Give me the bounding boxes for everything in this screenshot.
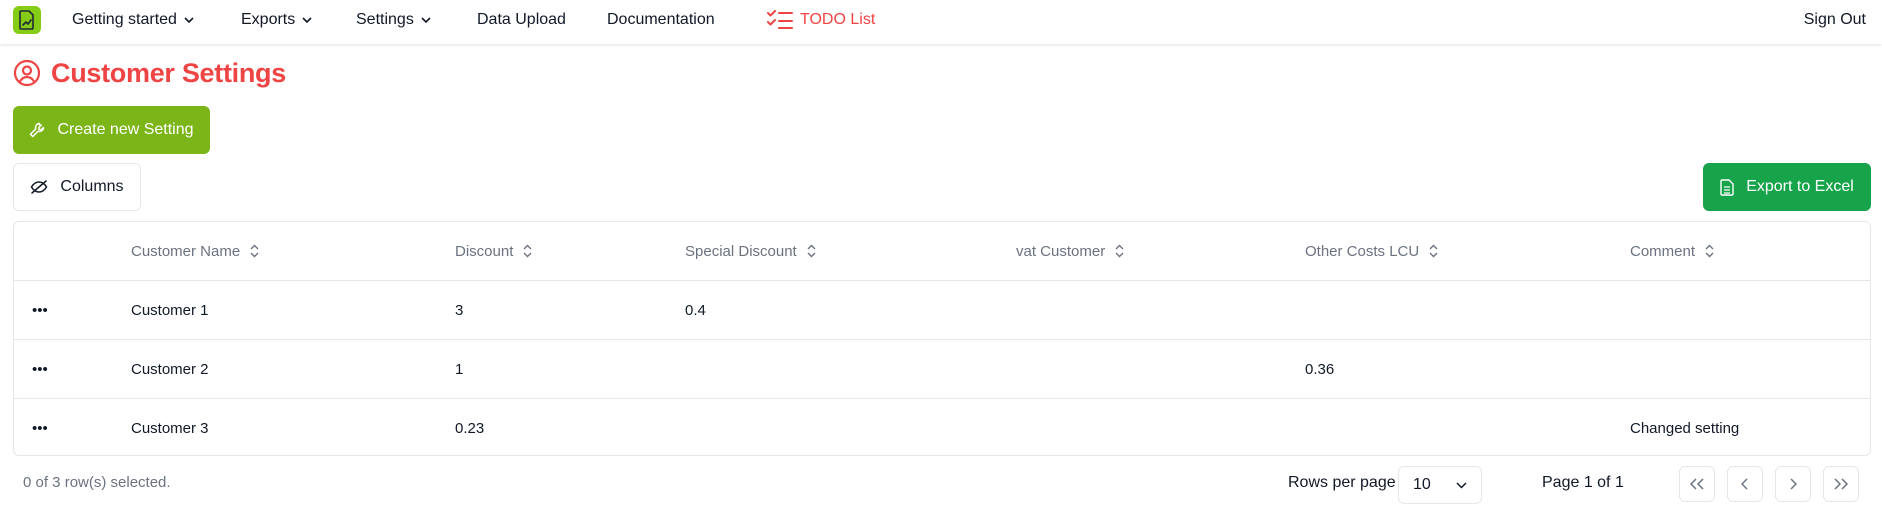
sort-icon — [1705, 244, 1714, 258]
sort-icon — [807, 244, 816, 258]
last-page-button[interactable] — [1823, 466, 1859, 502]
cell-discount: 3 — [455, 301, 464, 319]
create-setting-button[interactable]: Create new Setting — [13, 106, 210, 154]
columns-button[interactable]: Columns — [13, 163, 141, 211]
row-actions-button[interactable]: ••• — [32, 281, 48, 339]
chevron-down-icon — [1456, 481, 1467, 489]
sort-icon — [1429, 244, 1438, 258]
chevron-right-icon — [1790, 478, 1797, 490]
rows-per-page-value: 10 — [1413, 476, 1431, 493]
page-title-text: Customer Settings — [51, 57, 286, 88]
create-setting-label: Create new Setting — [57, 121, 194, 138]
columns-label: Columns — [60, 178, 124, 195]
cell-comment: Changed setting — [1630, 419, 1740, 437]
table-header-row: Customer Name Discount Special Discount … — [14, 222, 1870, 281]
selected-rows-text: 0 of 3 row(s) selected. — [23, 474, 171, 491]
file-spreadsheet-icon — [1720, 178, 1734, 196]
row-actions-button[interactable]: ••• — [32, 340, 48, 398]
table-row: ••• Customer 2 1 0.36 — [14, 340, 1870, 399]
nav-settings-label: Settings — [356, 11, 414, 28]
table-row: ••• Customer 3 0.23 Changed setting — [14, 399, 1870, 455]
sort-icon — [250, 244, 259, 258]
sort-icon — [1115, 244, 1124, 258]
export-excel-button[interactable]: Export to Excel — [1703, 163, 1871, 211]
cell-other-costs-lcu: 0.36 — [1305, 360, 1335, 378]
top-navbar: Getting started Exports Settings Data Up… — [0, 0, 1882, 44]
header-label: Comment — [1630, 242, 1696, 260]
table-row: ••• Customer 1 3 0.4 — [14, 281, 1870, 340]
previous-page-button[interactable] — [1727, 466, 1763, 502]
header-label: Customer Name — [131, 242, 241, 260]
chevron-down-icon — [302, 17, 312, 23]
first-page-button[interactable] — [1679, 466, 1715, 502]
page-info: Page 1 of 1 — [1542, 474, 1624, 491]
cell-customer-name: Customer 1 — [131, 301, 209, 319]
cell-discount: 0.23 — [455, 419, 485, 437]
header-label: vat Customer — [1016, 242, 1106, 260]
sort-icon — [523, 244, 532, 258]
nav-getting-started-label: Getting started — [72, 11, 177, 28]
nav-todo-label: TODO List — [800, 11, 876, 28]
header-vat-customer[interactable]: vat Customer — [1016, 222, 1124, 280]
next-page-button[interactable] — [1775, 466, 1811, 502]
nav-exports-label: Exports — [241, 11, 296, 28]
nav-documentation-label: Documentation — [607, 11, 715, 28]
export-excel-label: Export to Excel — [1746, 178, 1854, 195]
sign-out-link[interactable]: Sign Out — [1804, 0, 1866, 40]
nav-exports[interactable]: Exports — [241, 0, 312, 40]
eye-off-icon — [30, 179, 48, 195]
user-circle-icon — [13, 59, 41, 87]
chevrons-right-icon — [1834, 478, 1849, 490]
header-other-costs-lcu[interactable]: Other Costs LCU — [1305, 222, 1438, 280]
nav-getting-started[interactable]: Getting started — [72, 0, 194, 40]
list-checks-icon — [767, 10, 793, 30]
page-title: Customer Settings — [13, 55, 286, 91]
customer-settings-table: Customer Name Discount Special Discount … — [13, 221, 1871, 456]
nav-documentation[interactable]: Documentation — [607, 0, 715, 40]
header-special-discount[interactable]: Special Discount — [685, 222, 816, 280]
row-actions-button[interactable]: ••• — [32, 399, 48, 455]
nav-data-upload[interactable]: Data Upload — [477, 0, 566, 40]
cell-discount: 1 — [455, 360, 464, 378]
chevron-down-icon — [421, 17, 431, 23]
nav-settings[interactable]: Settings — [356, 0, 431, 40]
rows-per-page-select[interactable]: 10 — [1398, 466, 1482, 504]
header-label: Other Costs LCU — [1305, 242, 1420, 260]
header-label: Discount — [455, 242, 514, 260]
chevron-down-icon — [184, 17, 194, 23]
nav-todo-list[interactable]: TODO List — [767, 0, 875, 40]
cell-customer-name: Customer 2 — [131, 360, 209, 378]
app-logo[interactable] — [13, 6, 41, 34]
wrench-icon — [29, 122, 45, 138]
rows-per-page-label: Rows per page — [1288, 474, 1396, 491]
cell-special-discount: 0.4 — [685, 301, 706, 319]
chevron-left-icon — [1741, 478, 1748, 490]
header-label: Special Discount — [685, 242, 797, 260]
chevrons-left-icon — [1689, 478, 1704, 490]
cell-customer-name: Customer 3 — [131, 419, 209, 437]
chart-file-icon — [19, 10, 34, 30]
header-comment[interactable]: Comment — [1630, 222, 1714, 280]
header-discount[interactable]: Discount — [455, 222, 532, 280]
nav-data-upload-label: Data Upload — [477, 11, 566, 28]
header-customer-name[interactable]: Customer Name — [131, 222, 259, 280]
